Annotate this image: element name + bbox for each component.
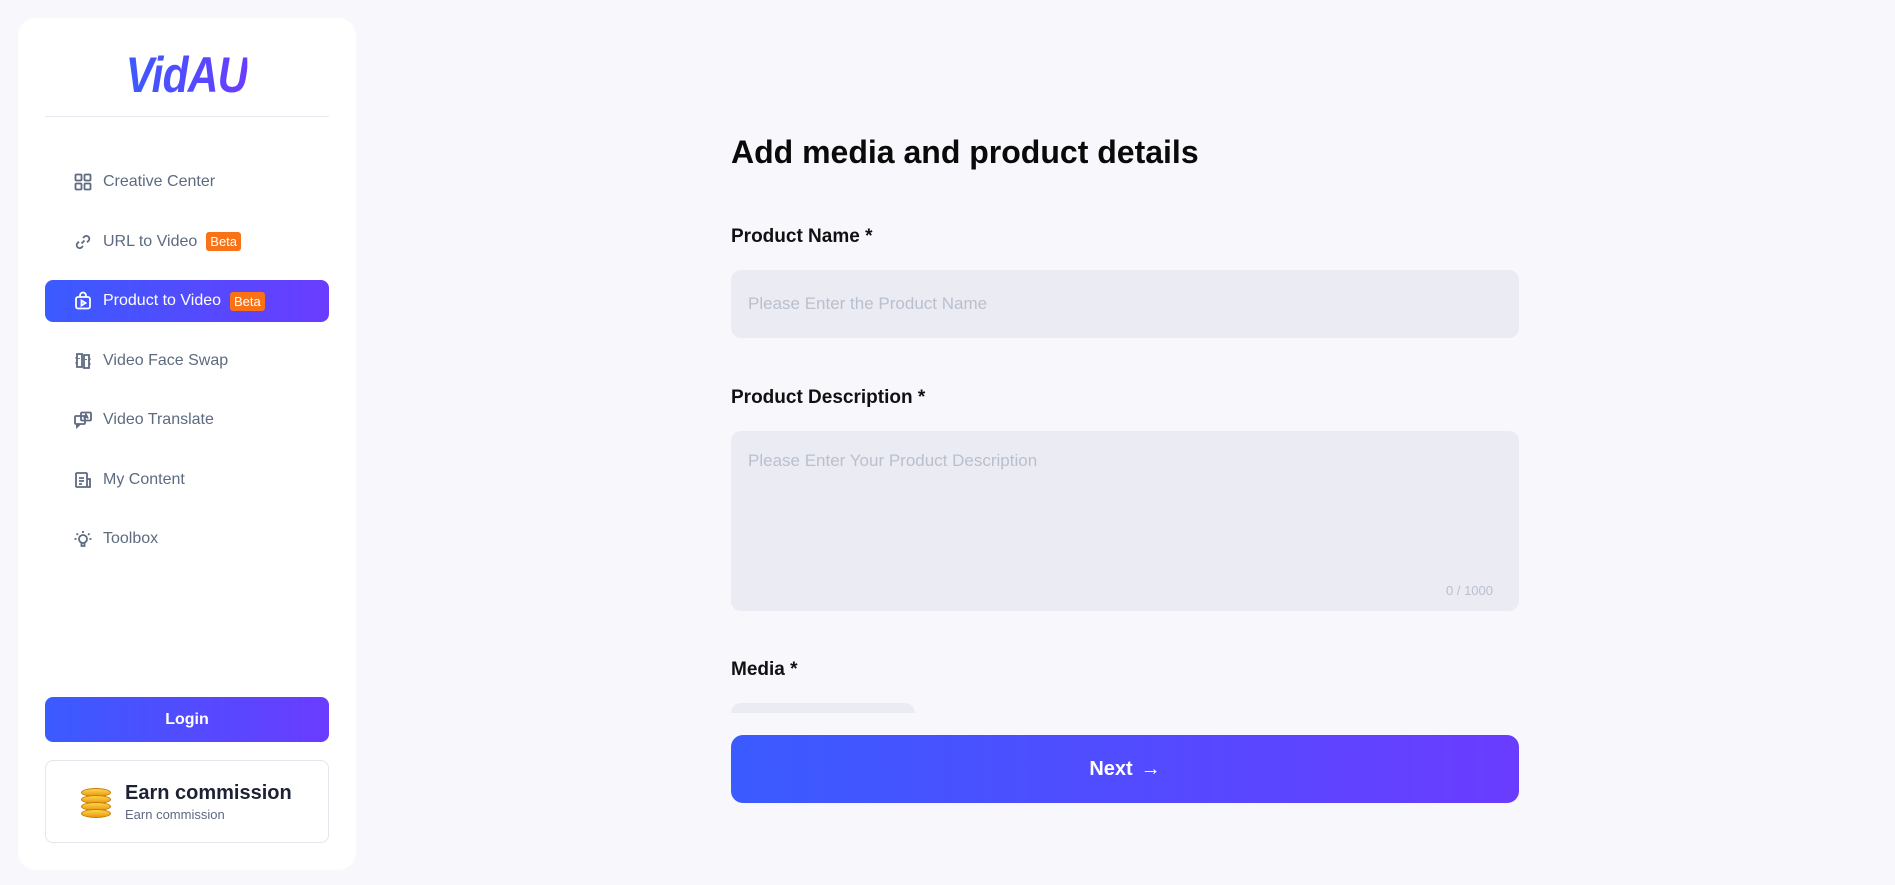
document-icon [73,470,93,490]
product-description-label: Product Description * [731,387,926,408]
arrow-right-icon: → [1140,757,1161,780]
coins-icon [79,784,115,820]
beta-badge: Beta [230,291,265,311]
sidebar-item-video-translate[interactable]: Video Translate [45,399,329,441]
sidebar-item-label: Video Translate [103,411,214,428]
media-upload-area[interactable] [731,703,915,713]
next-label: Next [1089,757,1133,780]
sidebar-item-label: Video Face Swap [103,351,229,369]
login-button[interactable]: Login [45,697,329,742]
face-swap-icon [73,351,93,371]
product-name-label: Product Name * [731,226,873,247]
sidebar-item-toolbox[interactable]: Toolbox [45,518,329,560]
sidebar-item-product-to-video[interactable]: Product to Video Beta [45,280,329,322]
logo[interactable]: VidAU [18,40,356,110]
earn-commission-title: Earn commission [125,782,292,804]
logo-text: VidAU [126,47,249,103]
link-icon [73,232,93,252]
sidebar-item-my-content[interactable]: My Content [45,459,329,501]
sidebar-item-label: Creative Center [103,173,216,190]
character-counter: 0 / 1000 [1446,583,1493,598]
sidebar-item-url-to-video[interactable]: URL to Video Beta [45,221,329,263]
earn-commission-card[interactable]: Earn commission Earn commission [45,760,329,843]
translate-icon [73,410,93,430]
product-description-textarea[interactable] [731,431,1519,611]
lightbulb-icon [73,529,93,549]
divider [45,116,329,117]
sidebar-item-video-face-swap[interactable]: Video Face Swap [45,340,329,382]
sidebar-item-label: Toolbox [103,530,159,547]
sidebar-item-label: URL to Video [103,232,198,250]
sidebar-item-creative-center[interactable]: Creative Center [45,161,329,203]
product-name-input[interactable] [731,270,1519,338]
sidebar-item-label: My Content [103,470,185,488]
earn-commission-subtitle: Earn commission [125,807,225,822]
sidebar-item-label: Product to Video [103,292,222,309]
shopping-bag-play-icon [73,291,93,311]
grid-icon [73,172,93,192]
beta-badge: Beta [206,232,242,251]
sidebar: VidAU Creative Center URL to Video Beta … [18,18,356,870]
next-button[interactable]: Next → [731,735,1519,803]
media-label: Media * [731,659,798,680]
sidebar-nav: Creative Center URL to Video Beta Produc… [45,161,329,578]
page-title: Add media and product details [731,134,1199,170]
